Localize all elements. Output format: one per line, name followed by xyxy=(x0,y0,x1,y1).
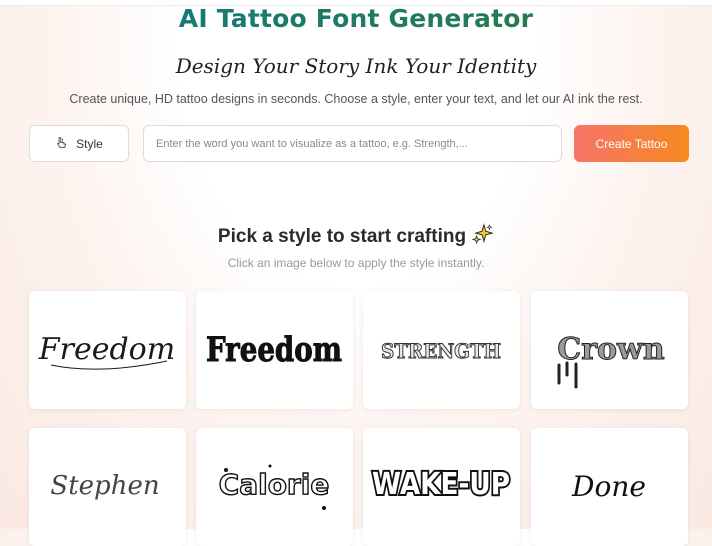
style-card-done[interactable]: Done xyxy=(531,428,688,546)
style-card-crown[interactable]: Crown xyxy=(531,291,688,409)
pick-style-heading: Pick a style to start crafting xyxy=(0,223,712,251)
style-card-calorie[interactable]: Calorie xyxy=(196,428,353,546)
style-card-strength[interactable]: STRENGTH xyxy=(363,291,520,409)
style-card-wake-up[interactable]: WAKE-UP xyxy=(363,428,520,546)
sparkles-icon xyxy=(471,223,494,251)
page-description: Create unique, HD tattoo designs in seco… xyxy=(69,92,643,106)
page-title: AI Tattoo Font Generator xyxy=(0,4,712,33)
style-card-stephen[interactable]: Stephen xyxy=(29,428,186,546)
style-card-text: Crown xyxy=(557,332,665,367)
style-button-label: Style xyxy=(76,136,103,151)
style-card-gothic-freedom[interactable]: Freedom xyxy=(196,291,353,409)
style-icon xyxy=(55,136,68,152)
style-card-script-freedom[interactable]: Freedom xyxy=(29,291,186,409)
style-card-text: STRENGTH xyxy=(381,339,501,363)
style-card-text: Freedom xyxy=(38,332,175,367)
tattoo-text-input[interactable] xyxy=(143,125,562,162)
create-tattoo-button[interactable]: Create Tattoo xyxy=(574,125,689,162)
style-card-text: Calorie xyxy=(219,468,330,501)
style-card-text: Freedom xyxy=(206,330,342,370)
pick-style-heading-text: Pick a style to start crafting xyxy=(217,226,467,247)
style-button[interactable]: Style xyxy=(29,125,129,162)
pick-style-subheading: Click an image below to apply the style … xyxy=(227,256,485,270)
slogan: Design Your Story Ink Your Identity xyxy=(175,54,537,78)
style-card-text: WAKE-UP xyxy=(372,467,510,502)
style-card-text: Stephen xyxy=(50,471,159,501)
style-card-text: Done xyxy=(571,470,646,503)
